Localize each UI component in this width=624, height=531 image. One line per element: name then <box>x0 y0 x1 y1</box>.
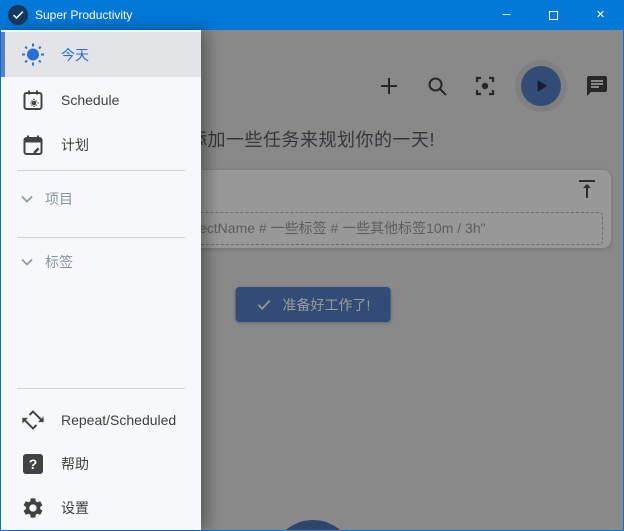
repeat-icon <box>22 410 44 430</box>
chevron-down-icon <box>21 258 33 266</box>
sidebar-item-help[interactable]: ? 帮助 <box>1 442 201 486</box>
sidebar-item-label: 设置 <box>61 500 89 516</box>
sidebar-item-label: 帮助 <box>61 456 89 472</box>
close-icon: ✕ <box>595 8 606 21</box>
app-logo-check-icon <box>8 5 28 25</box>
sidebar-item-today[interactable]: 今天 <box>1 32 201 77</box>
maximize-button[interactable] <box>530 0 577 30</box>
sidebar-group-tags[interactable]: 标签 <box>1 242 201 282</box>
maximize-icon <box>549 10 558 20</box>
sidebar-group-label: 项目 <box>45 191 73 207</box>
sidebar-item-label: 今天 <box>61 46 89 63</box>
sidebar-item-label: Schedule <box>61 91 120 108</box>
sidebar-divider <box>17 170 185 171</box>
content-area: 添加一些任务来规划你的一天! ectName # 一些标签 # 一些其他标签10… <box>1 30 623 531</box>
window-title: Super Productivity <box>35 8 133 22</box>
sidebar-divider <box>17 237 185 238</box>
sidebar-item-settings[interactable]: 设置 <box>1 486 201 530</box>
calendar-edit-icon <box>23 135 43 155</box>
sidebar-item-plan[interactable]: 计划 <box>1 122 201 167</box>
sidebar-divider <box>17 388 185 389</box>
sidebar-item-label: Repeat/Scheduled <box>61 412 177 428</box>
settings-gear-icon <box>23 498 43 518</box>
sidebar-item-label: 计划 <box>61 136 89 153</box>
chevron-down-icon <box>21 195 33 203</box>
help-icon: ? <box>21 452 45 476</box>
app-window: Super Productivity ─ ✕ 添加一些任务来规划你的一天! ec… <box>0 0 624 531</box>
close-button[interactable]: ✕ <box>577 0 624 30</box>
sidebar-group-projects[interactable]: 项目 <box>1 179 201 219</box>
calendar-sun-icon <box>23 90 43 110</box>
sun-icon <box>22 43 44 65</box>
window-controls: ─ ✕ <box>483 0 624 30</box>
minimize-icon: ─ <box>502 8 511 21</box>
sidebar-item-schedule[interactable]: Schedule <box>1 77 201 122</box>
minimize-button[interactable]: ─ <box>483 0 530 30</box>
sidebar-item-repeat-scheduled[interactable]: Repeat/Scheduled <box>1 398 201 442</box>
sidebar-group-label: 标签 <box>45 254 73 270</box>
sidebar-drawer: 今天 Schedule 计划 项目 标签 Repeat/Scheduled ? … <box>1 30 201 530</box>
titlebar: Super Productivity ─ ✕ <box>0 0 624 30</box>
